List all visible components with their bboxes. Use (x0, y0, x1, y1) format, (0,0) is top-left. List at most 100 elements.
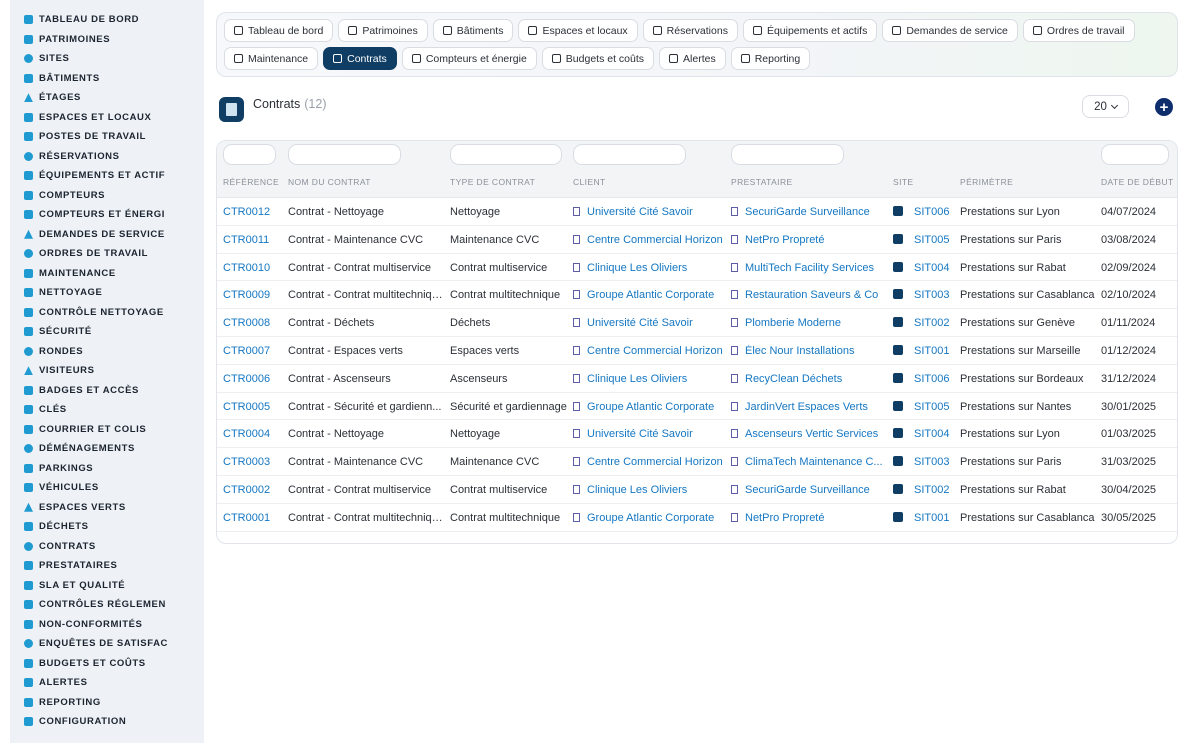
sidebar-item[interactable]: ENQUÊTES DE SATISFAC (10, 634, 204, 654)
sidebar-item[interactable]: CONTRATS (10, 537, 204, 557)
nav-tab-row1-7[interactable]: Ordres de travail (1022, 19, 1135, 42)
client-link[interactable]: Clinique Les Oliviers (587, 484, 687, 496)
filter-type[interactable] (450, 144, 562, 165)
column-header[interactable]: PRESTATAIRE (731, 177, 793, 187)
contract-reference-link[interactable]: CTR0004 (223, 428, 270, 440)
sidebar-item[interactable]: RÉSERVATIONS (10, 147, 204, 167)
sidebar-item[interactable]: CONTRÔLE NETTOYAGE (10, 303, 204, 323)
sidebar-item[interactable]: DÉMÉNAGEMENTS (10, 439, 204, 459)
client-link[interactable]: Clinique Les Oliviers (587, 262, 687, 274)
column-header[interactable]: DATE DE DÉBUT (1101, 177, 1174, 187)
client-link[interactable]: Centre Commercial Horizon (587, 345, 723, 357)
nav-tab-row2-0[interactable]: Maintenance (224, 47, 319, 70)
table-row[interactable]: CTR0008 Contrat - Déchets Déchets Universit… (217, 309, 1177, 337)
sidebar-item[interactable]: COMPTEURS ET ÉNERGI (10, 205, 204, 225)
sidebar-item[interactable]: PARKINGS (10, 459, 204, 479)
provider-link[interactable]: Restauration Saveurs & Co (745, 289, 878, 301)
nav-tab-row2-1[interactable]: Contrats (323, 47, 397, 70)
table-row[interactable]: CTR0009 Contrat - Contrat multitechnique C… (217, 281, 1177, 310)
sidebar-item[interactable]: RONDES (10, 342, 204, 362)
client-link[interactable]: Groupe Atlantic Corporate (587, 512, 714, 524)
client-link[interactable]: Clinique Les Oliviers (587, 373, 687, 385)
provider-link[interactable]: MultiTech Facility Services (745, 262, 874, 274)
contract-reference-link[interactable]: CTR0011 (223, 234, 269, 246)
table-row[interactable]: CTR0007 Contrat - Espaces verts Espaces ve… (217, 337, 1177, 365)
contract-reference-link[interactable]: CTR0003 (223, 456, 270, 468)
sidebar-item[interactable]: SÉCURITÉ (10, 322, 204, 342)
sidebar-item[interactable]: COMPTEURS (10, 186, 204, 206)
site-link[interactable]: SIT002 (914, 484, 949, 496)
nav-tab-row1-3[interactable]: Espaces et locaux (518, 19, 638, 42)
nav-tab-row1-6[interactable]: Demandes de service (882, 19, 1018, 42)
column-header[interactable]: CLIENT (573, 177, 606, 187)
per-page-select[interactable]: 20 (1082, 95, 1129, 118)
nav-tab-row1-0[interactable]: Tableau de bord (224, 19, 334, 42)
sidebar-item[interactable]: CONTRÔLES RÉGLEMEN (10, 595, 204, 615)
sidebar-item[interactable]: NON-CONFORMITÉS (10, 615, 204, 635)
column-header[interactable]: TYPE DE CONTRAT (450, 177, 535, 187)
column-header[interactable]: SITE (893, 177, 914, 187)
sidebar-item[interactable]: ÉTAGES (10, 88, 204, 108)
sidebar-item[interactable]: CLÉS (10, 400, 204, 420)
sidebar-item[interactable]: CONFIGURATION (10, 712, 204, 732)
provider-link[interactable]: Élec Nour Installations (745, 345, 854, 357)
sidebar-item[interactable]: VÉHICULES (10, 478, 204, 498)
client-link[interactable]: Groupe Atlantic Corporate (587, 289, 714, 301)
sidebar-item[interactable]: ESPACES ET LOCAUX (10, 108, 204, 128)
nav-tab-row1-1[interactable]: Patrimoines (338, 19, 428, 42)
provider-link[interactable]: NetPro Propreté (745, 234, 824, 246)
filter-client[interactable] (573, 144, 686, 165)
sidebar-item[interactable]: BÂTIMENTS (10, 69, 204, 89)
filter-reference[interactable] (223, 144, 276, 165)
site-link[interactable]: SIT005 (914, 401, 949, 413)
contract-reference-link[interactable]: CTR0006 (223, 373, 270, 385)
filter-provider[interactable] (731, 144, 844, 165)
provider-link[interactable]: NetPro Propreté (745, 512, 824, 524)
sidebar-item[interactable]: COURRIER ET COLIS (10, 420, 204, 440)
sidebar-item[interactable]: MAINTENANCE (10, 264, 204, 284)
provider-link[interactable]: RecyClean Déchets (745, 373, 842, 385)
sidebar-item[interactable]: ÉQUIPEMENTS ET ACTIF (10, 166, 204, 186)
sidebar-item[interactable]: SLA ET QUALITÉ (10, 576, 204, 596)
sidebar-item[interactable]: POSTES DE TRAVAIL (10, 127, 204, 147)
sidebar-item[interactable]: BUDGETS ET COÛTS (10, 654, 204, 674)
site-link[interactable]: SIT001 (914, 345, 949, 357)
column-header[interactable]: PÉRIMÈTRE (960, 177, 1013, 187)
nav-tab-row2-3[interactable]: Budgets et coûts (541, 47, 655, 70)
contract-reference-link[interactable]: CTR0007 (223, 345, 270, 357)
column-header[interactable]: NOM DU CONTRAT (288, 177, 371, 187)
table-row[interactable]: CTR0011 Contrat - Maintenance CVC Maintena… (217, 226, 1177, 254)
nav-tab-row1-4[interactable]: Réservations (642, 19, 738, 42)
table-row[interactable]: CTR0005 Contrat - Sécurité et gardienn...… (217, 393, 1177, 421)
provider-link[interactable]: ClimaTech Maintenance C... (745, 456, 883, 468)
client-link[interactable]: Centre Commercial Horizon (587, 456, 723, 468)
contract-reference-link[interactable]: CTR0010 (223, 262, 270, 274)
site-link[interactable]: SIT003 (914, 289, 949, 301)
site-link[interactable]: SIT004 (914, 262, 949, 274)
filter-start-date[interactable] (1101, 144, 1169, 165)
contract-reference-link[interactable]: CTR0005 (223, 401, 270, 413)
sidebar-item[interactable]: SITES (10, 49, 204, 69)
contract-reference-link[interactable]: CTR0009 (223, 289, 270, 301)
sidebar-item[interactable]: ALERTES (10, 673, 204, 693)
nav-tab-row2-5[interactable]: Reporting (730, 47, 811, 70)
sidebar-item[interactable]: REPORTING (10, 693, 204, 713)
site-link[interactable]: SIT002 (914, 317, 949, 329)
provider-link[interactable]: Ascenseurs Vertic Services (745, 428, 878, 440)
contract-reference-link[interactable]: CTR0002 (223, 484, 270, 496)
column-header[interactable]: RÉFÉRENCE (223, 177, 279, 187)
sidebar-item[interactable]: BADGES ET ACCÈS (10, 381, 204, 401)
nav-tab-row1-5[interactable]: Équipements et actifs (742, 19, 878, 42)
client-link[interactable]: Université Cité Savoir (587, 317, 693, 329)
site-link[interactable]: SIT003 (914, 456, 949, 468)
add-contract-button[interactable]: + (1155, 98, 1173, 116)
filter-name[interactable] (288, 144, 401, 165)
contract-reference-link[interactable]: CTR0008 (223, 317, 270, 329)
nav-tab-row1-2[interactable]: Bâtiments (432, 19, 514, 42)
site-link[interactable]: SIT006 (914, 206, 949, 218)
table-row[interactable]: CTR0012 Contrat - Nettoyage Nettoyage Unive… (217, 198, 1177, 226)
sidebar-item[interactable]: ESPACES VERTS (10, 498, 204, 518)
sidebar-item[interactable]: VISITEURS (10, 361, 204, 381)
client-link[interactable]: Université Cité Savoir (587, 206, 693, 218)
table-row[interactable]: CTR0004 Contrat - Nettoyage Nettoyage Unive… (217, 420, 1177, 449)
